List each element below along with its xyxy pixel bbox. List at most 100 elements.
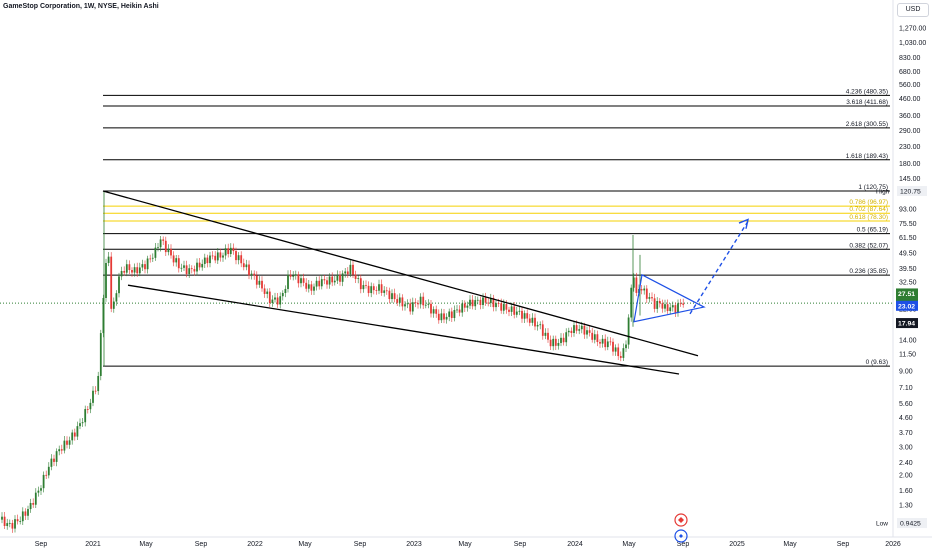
- candle-body: [398, 297, 401, 303]
- fib-level-label: 1.618 (189.43): [846, 153, 888, 160]
- candle-body: [305, 282, 308, 289]
- candle-body: [393, 293, 396, 300]
- candle-body: [445, 316, 448, 320]
- currency-selector[interactable]: USD: [897, 3, 929, 17]
- candle-body: [229, 247, 232, 255]
- candle-body: [570, 330, 573, 334]
- candle-body: [627, 317, 630, 345]
- time-tick-label: 2025: [729, 541, 745, 548]
- candle-body: [349, 264, 352, 275]
- candle-body: [601, 338, 604, 344]
- candle-body: [404, 304, 406, 307]
- price-tick-label: 5.60: [899, 401, 913, 408]
- logo-icon[interactable]: [674, 513, 688, 527]
- candle-body: [388, 290, 391, 300]
- candle-body: [164, 240, 167, 253]
- candle-body: [591, 332, 594, 340]
- candle-body: [310, 284, 313, 291]
- candle-body: [300, 278, 302, 284]
- candle-body: [513, 306, 516, 315]
- candle-body: [240, 255, 243, 264]
- price-tick-label: 32.50: [899, 279, 917, 286]
- candle-body: [146, 258, 149, 270]
- candle-body: [185, 265, 188, 274]
- time-tick-label: May: [622, 541, 636, 548]
- candle-body: [443, 313, 445, 320]
- price-badge-label: Low: [876, 521, 888, 528]
- candle-body: [154, 247, 157, 258]
- candle-body: [29, 503, 32, 510]
- candle-body: [281, 293, 284, 297]
- candle-body: [268, 291, 271, 303]
- candle-body: [440, 313, 443, 321]
- chart-canvas[interactable]: 1.061.301.602.002.403.003.704.605.607.10…: [0, 0, 932, 550]
- candle-body: [653, 298, 656, 309]
- candle-body: [297, 274, 300, 284]
- price-tick-label: 145.00: [899, 176, 921, 183]
- candle-body: [414, 302, 417, 304]
- price-badge-value: 120.75: [900, 188, 921, 195]
- candle-body: [528, 318, 531, 323]
- candle-body: [427, 303, 430, 305]
- candle-body: [580, 325, 583, 330]
- time-tick-label: May: [139, 541, 153, 548]
- time-tick-label: 2026: [885, 541, 901, 548]
- candle-body: [253, 273, 256, 276]
- candle-body: [508, 309, 510, 312]
- candle-body: [352, 264, 354, 275]
- time-tick-label: 2024: [567, 541, 583, 548]
- candle-body: [125, 264, 128, 273]
- candle-body: [276, 297, 279, 305]
- candle-body: [575, 325, 578, 331]
- candle-body: [271, 299, 274, 303]
- candle-body: [274, 297, 276, 300]
- candle-body: [385, 290, 388, 292]
- candle-body: [105, 262, 107, 298]
- candle-body: [136, 267, 139, 274]
- candle-body: [661, 303, 664, 309]
- candle-body: [396, 299, 399, 303]
- candle-body: [266, 291, 269, 294]
- price-tick-label: 1.30: [899, 502, 913, 509]
- candle-body: [635, 277, 638, 293]
- candle-body: [34, 492, 37, 505]
- time-tick-label: May: [458, 541, 472, 548]
- candle-body: [357, 278, 360, 280]
- candle-body: [362, 285, 365, 290]
- candle-body: [383, 290, 386, 293]
- candle-body: [133, 267, 136, 273]
- candle-body: [341, 273, 344, 282]
- candle-body: [495, 303, 497, 308]
- candle-body: [263, 288, 266, 294]
- candle-body: [502, 304, 505, 311]
- candle-body: [97, 375, 100, 392]
- candle-body: [505, 304, 508, 310]
- candle-body: [167, 248, 170, 253]
- candle-body: [110, 256, 113, 309]
- candle-body: [172, 255, 175, 263]
- gear-icon[interactable]: [674, 529, 688, 543]
- candle-body: [214, 255, 217, 261]
- candle-body: [619, 356, 622, 358]
- candle-body: [242, 263, 245, 268]
- candle-body: [157, 247, 159, 249]
- fib-level-label: 0.236 (35.85): [849, 268, 888, 275]
- candle-body: [372, 286, 375, 291]
- candle-body: [318, 280, 321, 287]
- candle-body: [237, 255, 240, 261]
- candle-body: [86, 409, 89, 410]
- price-tick-label: 75.50: [899, 221, 917, 228]
- price-tick-label: 14.00: [899, 338, 917, 345]
- candle-body: [42, 474, 45, 489]
- candle-body: [476, 299, 479, 301]
- price-tick-label: 4.60: [899, 415, 913, 422]
- price-tick-label: 11.50: [899, 351, 916, 358]
- candle-body: [94, 390, 97, 392]
- candle-body: [162, 239, 165, 241]
- candle-body: [255, 275, 258, 285]
- candle-body: [149, 258, 152, 260]
- candle-body: [526, 313, 529, 319]
- candle-body: [344, 271, 347, 274]
- candle-body: [53, 458, 55, 462]
- candle-body: [419, 296, 422, 305]
